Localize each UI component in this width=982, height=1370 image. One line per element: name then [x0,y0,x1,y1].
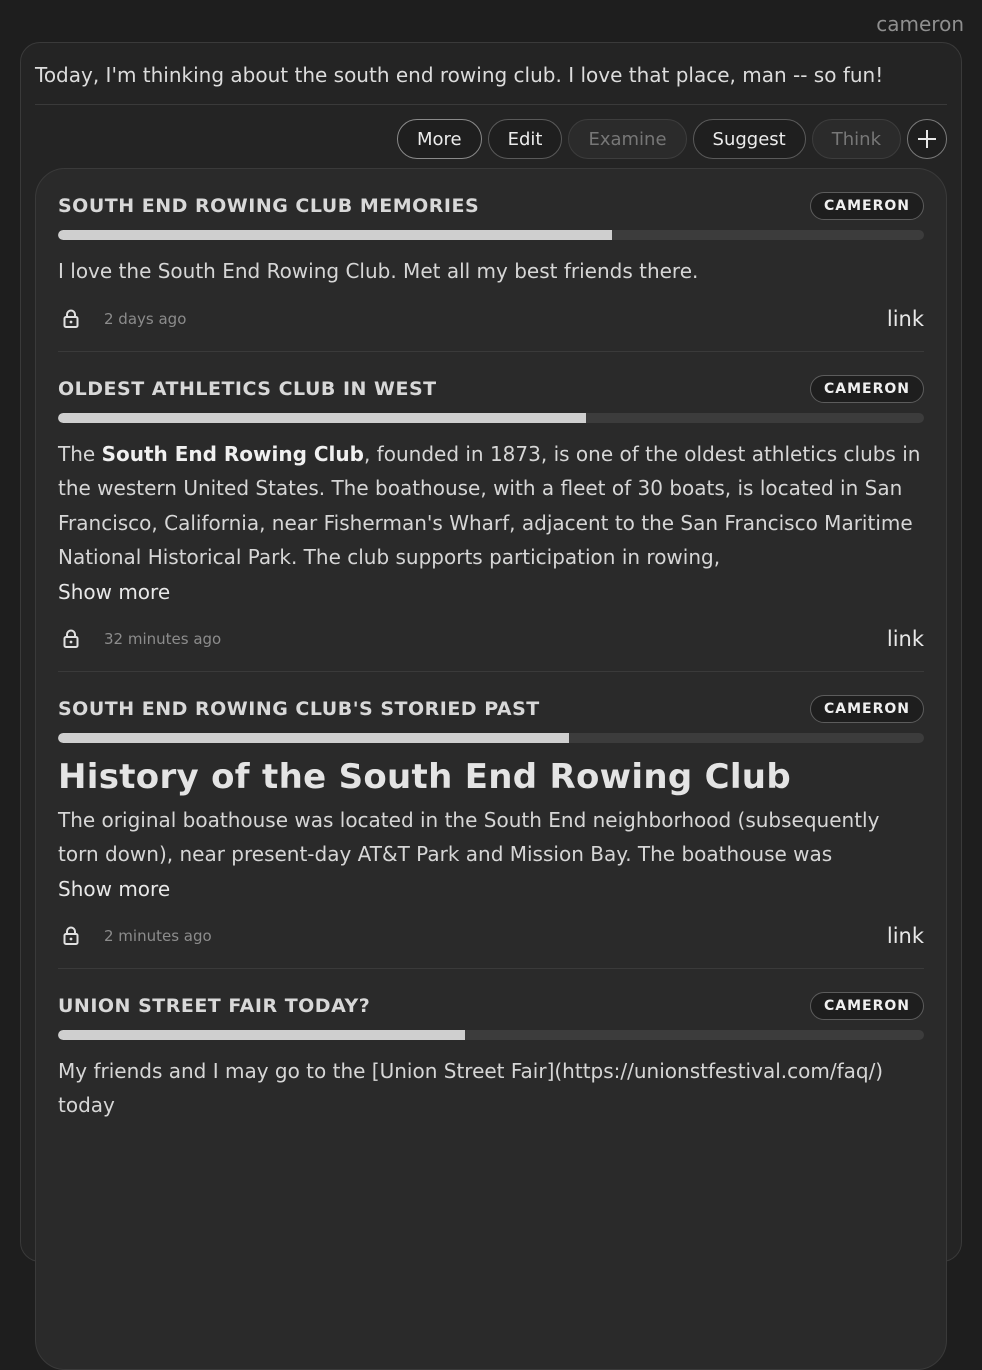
add-button[interactable] [907,119,947,159]
card-body: The original boathouse was located in th… [58,807,880,867]
lock-icon[interactable] [60,628,82,650]
card-body: I love the South End Rowing Club. Met al… [58,259,699,283]
more-button[interactable]: More [396,119,482,159]
card-title: Oldest Athletics Club in West [58,377,437,400]
card-link[interactable]: link [887,627,924,651]
progress-bar-fill [58,732,569,743]
card-body: My friends and I may go to the [Union St… [58,1058,884,1118]
think-button[interactable]: Think [811,119,901,159]
username: cameron [876,12,964,36]
card: South End Rowing Club Memories CAMERON I… [58,169,924,352]
progress-bar-fill [58,1029,466,1040]
lock-icon[interactable] [60,925,82,947]
lock-icon[interactable] [60,308,82,330]
card: Oldest Athletics Club in West CAMERON Th… [58,352,924,672]
progress-bar [58,412,924,423]
show-more-button[interactable]: Show more [58,872,924,906]
card-list: South End Rowing Club Memories CAMERON I… [35,168,947,1370]
card-link[interactable]: link [887,924,924,948]
timestamp: 2 minutes ago [104,926,212,945]
timestamp: 2 days ago [104,309,187,328]
progress-bar [58,732,924,743]
action-toolbar: More Edit Examine Suggest Think [35,105,947,168]
body-bold-text: South End Rowing Club [101,441,364,466]
card: South End Rowing Club's Storied Past CAM… [58,672,924,969]
plus-icon [918,130,936,148]
card-link[interactable]: link [887,307,924,331]
card: Union Street Fair today? CAMERON My frie… [58,969,924,1123]
author-badge[interactable]: CAMERON [809,991,924,1020]
post-text: Today, I'm thinking about the south end … [35,43,947,105]
card-title: Union Street Fair today? [58,994,371,1017]
timestamp: 32 minutes ago [104,629,222,648]
progress-bar-fill [58,230,613,240]
progress-bar-fill [58,412,587,423]
edit-button[interactable]: Edit [487,119,563,159]
author-badge[interactable]: CAMERON [809,192,924,220]
progress-bar [58,1029,924,1040]
show-more-button[interactable]: Show more [58,575,924,609]
progress-bar [58,230,924,240]
suggest-button[interactable]: Suggest [692,119,806,159]
author-badge[interactable]: CAMERON [809,694,924,723]
card-title: South End Rowing Club's Storied Past [58,697,540,720]
post-container: Today, I'm thinking about the south end … [20,42,962,1370]
card-body: The South End Rowing Club, founded in 18… [58,437,924,575]
author-badge[interactable]: CAMERON [809,374,924,403]
card-title: South End Rowing Club Memories [58,195,480,217]
body-text: The [58,441,102,466]
card-heading: History of the South End Rowing Club [58,756,791,797]
examine-button[interactable]: Examine [568,119,687,159]
